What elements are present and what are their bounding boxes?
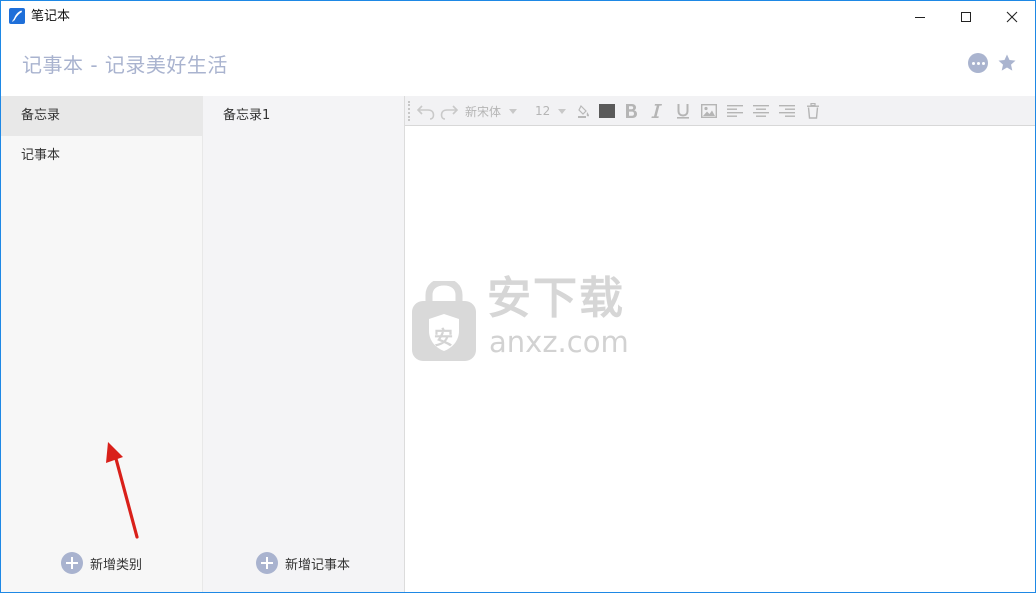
close-button[interactable] — [989, 1, 1035, 32]
window-title: 笔记本 — [31, 9, 71, 24]
title-bar: 笔记本 — [1, 1, 1035, 32]
undo-icon[interactable] — [415, 102, 437, 120]
highlight-color-icon[interactable] — [575, 102, 593, 120]
app-window: 笔记本 记事本 - 记录美好生活 备忘录 记事本 新增类别 备忘录1 新增记事本 — [0, 0, 1036, 593]
redo-icon[interactable] — [438, 102, 460, 120]
text-color-icon[interactable] — [598, 102, 616, 120]
page-title: 记事本 - 记录美好生活 — [22, 53, 228, 77]
plus-icon — [256, 552, 278, 574]
add-category-button[interactable]: 新增类别 — [61, 551, 142, 575]
watermark-text: 安下载 — [487, 273, 625, 324]
align-right-icon[interactable] — [777, 102, 797, 120]
font-size-value: 12 — [535, 104, 551, 118]
watermark-lock-icon: 安 — [411, 278, 477, 363]
add-category-label: 新增类别 — [90, 557, 143, 573]
watermark: 安 安下载 anxz.com — [411, 259, 631, 369]
category-item-notebook[interactable]: 记事本 — [1, 136, 202, 176]
font-size-select[interactable]: 12 — [535, 102, 571, 120]
bold-icon[interactable] — [621, 102, 641, 120]
font-family-value: 新宋体 — [465, 104, 502, 119]
category-item-memo[interactable]: 备忘录 — [1, 96, 202, 136]
add-note-button[interactable]: 新增记事本 — [256, 551, 350, 575]
watermark-domain: anxz.com — [489, 325, 629, 359]
chevron-down-icon — [509, 108, 518, 114]
chevron-down-icon — [558, 108, 567, 114]
annotation-arrow-icon — [106, 442, 139, 539]
note-item[interactable]: 备忘录1 — [203, 96, 404, 136]
toolbar-grip[interactable] — [408, 101, 410, 121]
align-center-icon[interactable] — [751, 102, 771, 120]
font-family-select[interactable]: 新宋体 — [465, 102, 525, 120]
more-options-icon[interactable] — [968, 53, 988, 73]
image-icon[interactable] — [699, 102, 719, 120]
plus-icon — [61, 552, 83, 574]
align-left-icon[interactable] — [725, 102, 745, 120]
star-icon[interactable] — [997, 53, 1017, 73]
format-toolbar: 新宋体 12 — [405, 96, 1035, 126]
add-note-label: 新增记事本 — [285, 557, 351, 573]
app-header: 记事本 - 记录美好生活 — [1, 32, 1035, 96]
underline-icon[interactable] — [673, 102, 693, 120]
trash-icon[interactable] — [803, 102, 823, 120]
maximize-button[interactable] — [943, 1, 989, 32]
watermark-badge: 安 — [434, 327, 454, 349]
notes-panel: 备忘录1 新增记事本 — [203, 96, 405, 592]
editor-panel: 新宋体 12 安 安下载 anxz.com — [405, 96, 1035, 592]
italic-icon[interactable] — [647, 102, 667, 120]
app-feather-icon — [9, 8, 25, 24]
minimize-button[interactable] — [897, 1, 943, 32]
note-content-editor[interactable]: 安 安下载 anxz.com — [405, 126, 1035, 592]
